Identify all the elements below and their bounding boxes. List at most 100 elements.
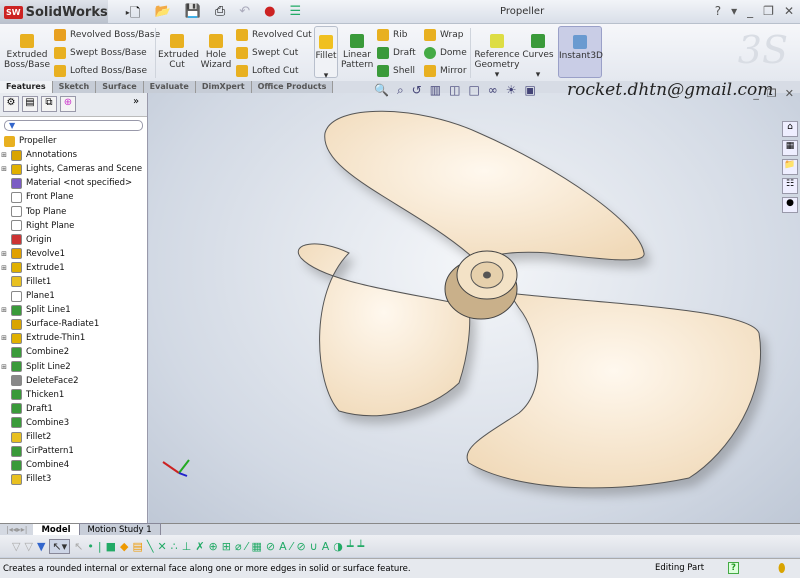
file-explorer-icon[interactable]: 📁 bbox=[782, 159, 798, 175]
tree-item[interactable]: Material <not specified> bbox=[0, 176, 147, 190]
filter-icon[interactable]: ▽ bbox=[12, 540, 20, 553]
draft-button[interactable]: Draft bbox=[377, 47, 416, 59]
lofted-cut-button[interactable]: Lofted Cut bbox=[236, 65, 299, 77]
filter-all-icon[interactable]: ▼ bbox=[37, 540, 45, 553]
select-pointer-icon[interactable]: ↖▾ bbox=[49, 538, 71, 554]
expand-toggle-icon[interactable]: ⊞ bbox=[0, 363, 8, 371]
rib-button[interactable]: Rib bbox=[377, 29, 407, 41]
undo-icon[interactable]: ↶ bbox=[239, 4, 250, 26]
dimxpert-tab-icon[interactable]: ⊕ bbox=[60, 96, 76, 112]
graphics-area[interactable]: 🔍 ⌕ ↺ ▥ ◫ □ ∞ ☀ ▣ rocket.dhtn@gmail.com … bbox=[149, 80, 800, 523]
view-palette-icon[interactable]: ☷ bbox=[782, 178, 798, 194]
mirror-button[interactable]: Mirror bbox=[424, 65, 467, 77]
filter-axes-icon[interactable]: ✕ bbox=[158, 540, 167, 553]
tree-item[interactable]: Origin bbox=[0, 233, 147, 247]
filter-points-icon[interactable]: ∴ bbox=[171, 540, 178, 553]
rebuild-icon[interactable]: ● bbox=[264, 4, 275, 26]
close-button[interactable]: ✕ bbox=[784, 4, 794, 18]
property-manager-tab-icon[interactable]: ▤ bbox=[22, 96, 38, 112]
revolved-boss-button[interactable]: Revolved Boss/Base bbox=[54, 29, 160, 41]
tree-item[interactable]: Fillet1 bbox=[0, 275, 147, 289]
filter-blocks-icon[interactable]: A bbox=[322, 540, 330, 553]
tab-dimxpert[interactable]: DimXpert bbox=[195, 81, 252, 93]
filter-features-icon[interactable]: ◆ bbox=[120, 540, 128, 553]
expand-toggle-icon[interactable]: ⊞ bbox=[0, 334, 8, 342]
dropdown-icon[interactable]: ▾ bbox=[522, 70, 554, 80]
filter-cosmetic-icon[interactable]: ∪ bbox=[310, 540, 318, 553]
tree-item[interactable]: ⊞ Split Line2 bbox=[0, 360, 147, 374]
tree-item[interactable]: Fillet3 bbox=[0, 472, 147, 486]
dropdown-icon[interactable]: ▾ bbox=[474, 70, 520, 80]
linear-pattern-button[interactable]: Linear Pattern bbox=[341, 34, 373, 70]
rebuild-status-icon[interactable]: ⬮ bbox=[778, 561, 786, 576]
dome-button[interactable]: Dome bbox=[424, 47, 467, 59]
tree-item[interactable]: ⊞ Lights, Cameras and Scene bbox=[0, 162, 147, 176]
curves-button[interactable]: Curves ▾ bbox=[522, 34, 554, 80]
print-icon[interactable]: ⎙ bbox=[215, 4, 225, 26]
tree-item[interactable]: ⊞ Revolve1 bbox=[0, 247, 147, 261]
filter-planes-icon[interactable]: ╲ bbox=[147, 540, 154, 553]
filter-tolerance-icon[interactable]: ⊘ bbox=[296, 540, 305, 553]
filter-faces-icon[interactable]: ■ bbox=[106, 540, 116, 553]
filter-connection-icon[interactable]: ┷ bbox=[347, 540, 354, 553]
tree-item[interactable]: ⊞ Annotations bbox=[0, 148, 147, 162]
filter-text-icon[interactable]: A bbox=[279, 540, 287, 553]
extruded-cut-button[interactable]: Extruded Cut bbox=[158, 34, 199, 70]
tab-office-products[interactable]: Office Products bbox=[251, 81, 334, 93]
configuration-manager-tab-icon[interactable]: ⧉ bbox=[41, 96, 57, 112]
filter-surfaces-icon[interactable]: ⊕ bbox=[209, 540, 218, 553]
tree-root[interactable]: Propeller bbox=[0, 134, 147, 148]
tree-item[interactable]: ⊞ Extrude1 bbox=[0, 261, 147, 275]
save-icon[interactable]: 💾 bbox=[185, 4, 201, 26]
help-dropdown-icon[interactable]: ▾ bbox=[731, 4, 737, 18]
fillet-button[interactable]: Fillet ▾ bbox=[314, 26, 338, 81]
filter-center-mass-icon[interactable]: ◑ bbox=[333, 540, 343, 553]
filter-dims-icon[interactable]: ⊥ bbox=[182, 540, 192, 553]
tree-item[interactable]: Draft1 bbox=[0, 402, 147, 416]
help-icon[interactable]: ? bbox=[728, 562, 739, 574]
tab-features[interactable]: Features bbox=[0, 81, 53, 93]
filter-weld-icon[interactable]: ⁄ bbox=[246, 540, 248, 553]
filter-notes-icon[interactable]: ⌀ bbox=[235, 540, 242, 553]
expand-toggle-icon[interactable]: ⊞ bbox=[0, 306, 8, 314]
filter-sketch-icon[interactable]: ▤ bbox=[132, 540, 142, 553]
propeller-model[interactable] bbox=[149, 93, 800, 523]
swept-cut-button[interactable]: Swept Cut bbox=[236, 47, 298, 59]
tab-sketch[interactable]: Sketch bbox=[52, 81, 97, 93]
tree-item[interactable]: Front Plane bbox=[0, 190, 147, 204]
resources-icon[interactable]: ⌂ bbox=[782, 121, 798, 137]
extruded-boss-button[interactable]: Extruded Boss/Base bbox=[4, 34, 50, 70]
tab-evaluate[interactable]: Evaluate bbox=[143, 81, 196, 93]
instant3d-button[interactable]: Instant3D bbox=[558, 26, 603, 78]
open-icon[interactable]: 📂 bbox=[154, 4, 170, 26]
help-icon[interactable]: ? bbox=[715, 4, 721, 18]
filter-symbols-icon[interactable]: ⁄ bbox=[291, 540, 293, 553]
new-document-icon[interactable]: 🗋 bbox=[130, 4, 140, 26]
tree-item[interactable]: ⊞ Split Line1 bbox=[0, 303, 147, 317]
tab-surface[interactable]: Surface bbox=[96, 81, 144, 93]
revolved-cut-button[interactable]: Revolved Cut bbox=[236, 29, 312, 41]
swept-boss-button[interactable]: Swept Boss/Base bbox=[54, 47, 147, 59]
expand-panel-icon[interactable]: » bbox=[128, 96, 144, 112]
tree-item[interactable]: Thicken1 bbox=[0, 388, 147, 402]
solidworks-menu-button[interactable]: SW SolidWorks ▸ bbox=[0, 0, 130, 24]
fillet-dropdown-icon[interactable]: ▾ bbox=[315, 71, 337, 81]
tree-filter-input[interactable]: ▼ bbox=[4, 120, 143, 131]
tree-item[interactable]: Plane1 bbox=[0, 289, 147, 303]
filter-vertices-icon[interactable]: • bbox=[87, 540, 94, 553]
wrap-button[interactable]: Wrap bbox=[424, 29, 463, 41]
filter-toggle-icon[interactable]: ▽ bbox=[24, 540, 32, 553]
tree-item[interactable]: CirPattern1 bbox=[0, 444, 147, 458]
tree-item[interactable]: Combine3 bbox=[0, 416, 147, 430]
expand-toggle-icon[interactable]: ⊞ bbox=[0, 264, 8, 272]
filter-edges-icon[interactable]: | bbox=[98, 540, 102, 553]
tree-item[interactable]: Fillet2 bbox=[0, 430, 147, 444]
filter-routing-icon[interactable]: ┷ bbox=[357, 540, 364, 553]
minimize-button[interactable]: _ bbox=[747, 4, 753, 18]
filter-curves-icon[interactable]: ✗ bbox=[195, 540, 204, 553]
filter-bodies-icon[interactable]: ⊞ bbox=[222, 540, 231, 553]
options-icon[interactable]: ☰ bbox=[289, 4, 301, 26]
design-library-icon[interactable]: ▦ bbox=[782, 140, 798, 156]
tab-scroll-arrows[interactable]: |◂◂▸▸| bbox=[0, 525, 33, 534]
tree-item[interactable]: ⊞ Extrude-Thin1 bbox=[0, 331, 147, 345]
